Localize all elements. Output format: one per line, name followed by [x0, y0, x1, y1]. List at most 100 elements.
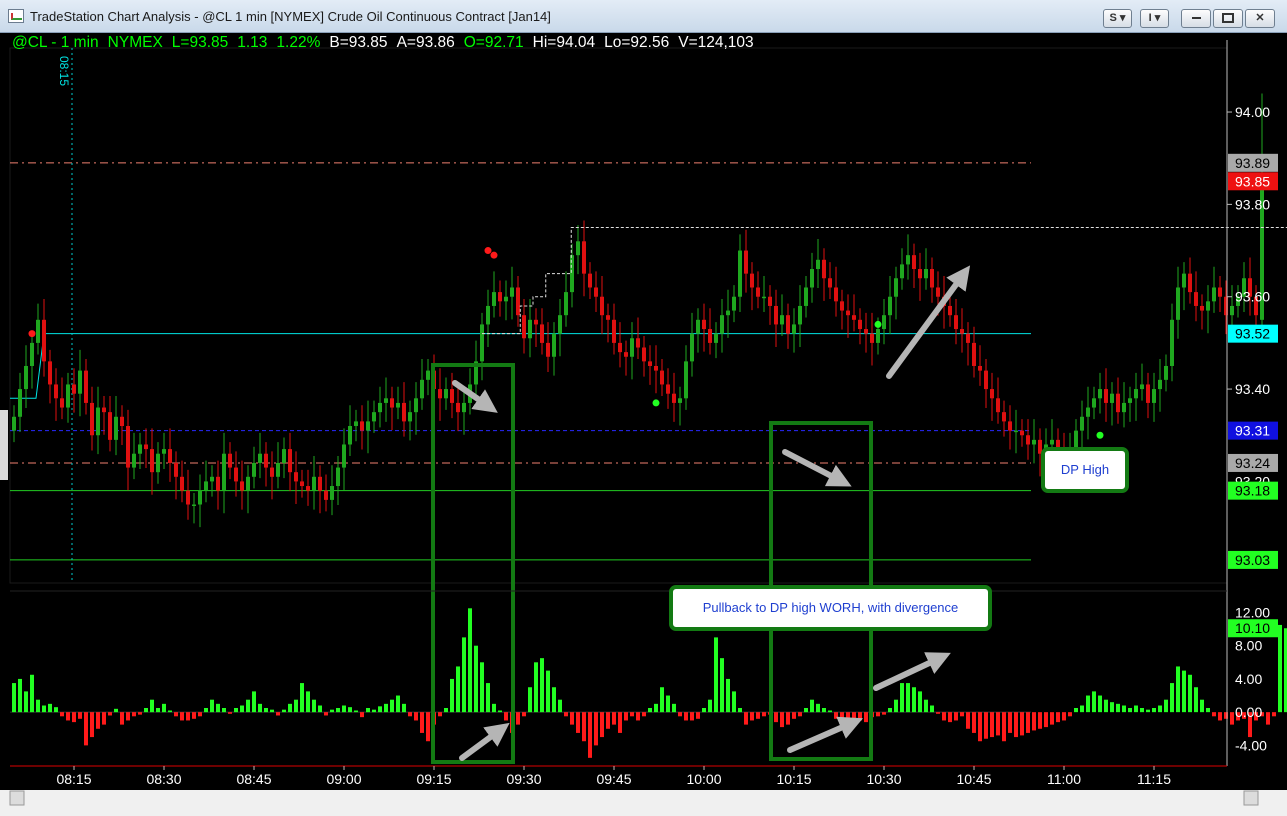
time-tick-label: 10:00	[686, 771, 721, 787]
oscillator-bar	[282, 709, 286, 713]
candle-body	[816, 259, 820, 270]
candle-body	[486, 305, 490, 325]
oscillator-bar	[588, 712, 592, 758]
price-panel-frame	[9, 47, 1228, 584]
candle-body	[1176, 287, 1180, 320]
close-icon: ✕	[1255, 12, 1265, 24]
candle-body	[54, 384, 58, 399]
candle-body	[570, 255, 574, 293]
candle-body	[288, 449, 292, 473]
price-tag-label: 93.24	[1235, 455, 1270, 471]
candle-body	[498, 292, 502, 302]
candle-body	[222, 453, 226, 491]
pullback-callout-text: Pullback to DP high WORH, with divergenc…	[702, 600, 959, 615]
candle-body	[372, 412, 376, 422]
oscillator-bar	[1080, 705, 1084, 713]
oscillator-bar	[912, 687, 916, 713]
oscillator-bar	[144, 708, 148, 713]
oscillator-bar	[612, 712, 616, 725]
oscillator-bar	[300, 683, 304, 713]
oscillator-bar	[1074, 708, 1078, 713]
candle-body	[714, 333, 718, 343]
close-button[interactable]: ✕	[1245, 9, 1275, 28]
oscillator-bar	[168, 710, 172, 713]
price-chart[interactable]: 08:15 93.4093.6093.8094.0093.2093.8993.8…	[0, 33, 1287, 816]
candle-body	[1128, 398, 1132, 403]
oscillator-bar	[618, 712, 622, 733]
candle-body	[798, 305, 802, 325]
oscillator-bar	[660, 687, 664, 713]
candle-body	[366, 421, 370, 431]
cursor-time-label: 08:15	[57, 56, 71, 86]
candle-body	[450, 389, 454, 403]
oscillator-bar	[714, 637, 718, 713]
candle-body	[642, 347, 646, 362]
oscillator-bar	[126, 712, 130, 721]
oscillator-bar	[522, 712, 526, 717]
oscillator-bar	[690, 712, 694, 721]
candle-body	[564, 292, 568, 316]
candle-body	[678, 398, 682, 403]
candle-body	[336, 467, 340, 487]
scroll-right-button	[1243, 790, 1259, 806]
oscillator-bar	[312, 699, 316, 713]
candle-body	[1122, 402, 1126, 413]
oscillator-bar	[402, 703, 406, 713]
candle-body	[1086, 407, 1090, 417]
candle-body	[360, 421, 364, 431]
time-tick-label: 11:00	[1047, 771, 1081, 787]
oscillator-bar	[1206, 708, 1210, 713]
candle-body	[804, 287, 808, 306]
candle-body	[732, 296, 736, 311]
ask-price: A=93.86	[396, 34, 455, 51]
candle-body	[852, 315, 856, 320]
oscillator-bar	[348, 707, 352, 713]
oscillator-tick-label: 4.00	[1235, 671, 1262, 687]
oscillator-bar	[138, 712, 142, 715]
candle-body	[972, 342, 976, 366]
minimize-button[interactable]	[1181, 9, 1211, 28]
oscillator-bar	[114, 708, 118, 713]
time-tick-label: 09:45	[596, 771, 631, 787]
candle-body	[978, 365, 982, 371]
annotation-arrow-2	[459, 722, 510, 761]
candle-body	[312, 476, 316, 491]
high-price: Hi=94.04	[532, 34, 596, 51]
candle-body	[18, 389, 22, 417]
candle-body	[216, 476, 220, 491]
net-change: 1.13	[237, 34, 268, 51]
oscillator-bar	[474, 645, 478, 713]
oscillator-bar	[468, 608, 472, 713]
oscillator-bar	[624, 712, 628, 721]
candle-body	[462, 402, 466, 413]
candle-body	[810, 269, 814, 288]
candle-body	[660, 370, 664, 385]
oscillator-bar	[606, 712, 610, 729]
restore-button[interactable]	[1213, 9, 1243, 28]
oscillator-bar	[534, 662, 538, 713]
oscillator-bar	[744, 712, 748, 725]
oscillator-bar	[1026, 712, 1030, 733]
oscillator-bar	[1266, 712, 1270, 725]
candle-body	[594, 287, 598, 297]
candle-body	[966, 333, 970, 343]
oscillator-bar	[1098, 695, 1102, 713]
candle-body	[666, 384, 670, 394]
app-icon	[8, 9, 24, 23]
candle-body	[1026, 435, 1030, 445]
oscillator-bar	[846, 712, 850, 723]
candle-body	[1104, 389, 1108, 403]
candle-body	[144, 444, 148, 450]
oscillator-bar	[816, 703, 820, 713]
candle-body	[888, 296, 892, 316]
oscillator-bar	[882, 712, 886, 715]
candle-body	[756, 287, 760, 297]
oscillator-bar	[240, 705, 244, 713]
annotation-arrow-4	[787, 716, 864, 753]
candle-body	[600, 296, 604, 316]
price-tick-label: 93.80	[1235, 196, 1270, 212]
indicator-menu-button[interactable]: I ▾	[1140, 9, 1169, 28]
symbol-menu-button[interactable]: S ▾	[1103, 9, 1132, 28]
restore-icon	[1222, 13, 1234, 24]
oscillator-bar	[450, 678, 454, 713]
